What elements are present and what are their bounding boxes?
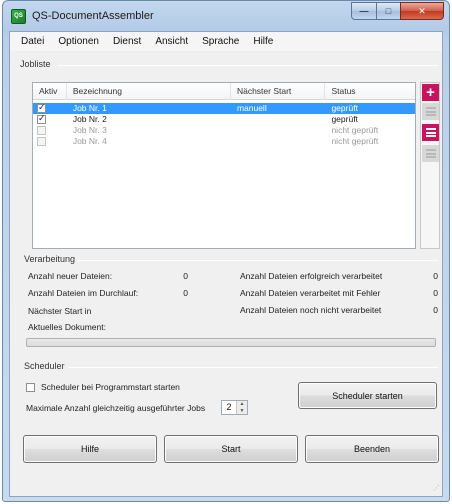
erfolgreich-value: 0 <box>433 271 438 281</box>
table-row[interactable]: Job Nr. 3 nicht geprüft <box>33 125 415 136</box>
max-jobs-stepper[interactable]: 2 ▲ ▼ <box>221 400 248 415</box>
active-checkbox[interactable] <box>37 114 46 125</box>
maximize-button[interactable]: □ <box>376 2 401 20</box>
job-status: nicht geprüft <box>331 125 379 135</box>
active-cell <box>33 114 67 125</box>
durchlauf-label: Anzahl Dateien im Durchlauf: <box>28 288 139 298</box>
menu-sprache[interactable]: Sprache <box>195 36 246 47</box>
table-row[interactable]: Job Nr. 2 geprüft <box>33 114 415 125</box>
job-status: geprüft <box>331 114 358 124</box>
close-button[interactable]: ✕ <box>400 2 444 20</box>
job-toolbar: + <box>420 82 440 249</box>
resize-grip-icon[interactable]: ⋰ <box>430 484 440 494</box>
max-jobs-label: Maximale Anzahl gleichzeitig ausgeführte… <box>26 403 206 413</box>
autostart-row[interactable]: Scheduler bei Programmstart starten <box>26 382 180 392</box>
active-checkbox[interactable] <box>37 103 46 114</box>
job-list[interactable]: Aktiv Bezeichnung Nächster Start Status … <box>32 82 416 249</box>
column-status[interactable]: Status <box>325 83 415 100</box>
jobliste-divider <box>58 65 438 66</box>
job-name: Job Nr. 3 <box>72 125 107 135</box>
active-cell <box>33 125 67 136</box>
job-list-header: Aktiv Bezeichnung Nächster Start Status <box>33 83 415 100</box>
job-next-start <box>231 114 326 125</box>
neue-dateien-value: 0 <box>183 271 188 281</box>
spin-down-icon[interactable]: ▼ <box>237 408 247 415</box>
title-bar[interactable]: QS QS-DocumentAssembler — □ ✕ <box>3 1 449 31</box>
menu-hilfe[interactable]: Hilfe <box>246 36 280 47</box>
edit-icon[interactable] <box>422 103 439 120</box>
nicht-verarbeitet-value: 0 <box>433 305 438 315</box>
caption-buttons: — □ ✕ <box>351 2 444 20</box>
active-checkbox[interactable] <box>37 126 46 136</box>
jobliste-label: Jobliste <box>20 59 51 69</box>
active-checkbox[interactable] <box>37 137 46 147</box>
minimize-button[interactable]: — <box>351 2 377 20</box>
job-status: nicht geprüft <box>331 136 379 146</box>
durchlauf-value: 0 <box>183 288 188 298</box>
verarbeitung-divider <box>78 260 438 261</box>
erfolgreich-label: Anzahl Dateien erfolgreich verarbeitet <box>240 271 383 281</box>
list-icon[interactable] <box>422 124 439 141</box>
naechster-start-label: Nächster Start in <box>28 306 92 316</box>
client-area: Datei Optionen Dienst Ansicht Sprache Hi… <box>9 31 443 497</box>
list-lines <box>425 128 436 137</box>
column-naechster-start[interactable]: Nächster Start <box>231 83 326 100</box>
add-icon[interactable]: + <box>422 84 439 101</box>
edit-lines <box>425 107 436 116</box>
table-row[interactable]: Job Nr. 1 manuell geprüft <box>33 103 415 114</box>
aktuelles-dokument-label: Aktuelles Dokument: <box>28 322 106 332</box>
job-name: Job Nr. 2 <box>72 114 107 124</box>
schedule-lines <box>425 149 436 158</box>
job-name: Job Nr. 4 <box>72 136 107 146</box>
autostart-label: Scheduler bei Programmstart starten <box>41 382 180 392</box>
neue-dateien-label: Anzahl neuer Dateien: <box>28 271 113 281</box>
fehler-value: 0 <box>433 288 438 298</box>
active-cell <box>33 103 67 114</box>
menu-bar: Datei Optionen Dienst Ansicht Sprache Hi… <box>10 32 442 51</box>
help-button[interactable]: Hilfe <box>23 435 157 463</box>
autostart-checkbox[interactable] <box>26 382 35 392</box>
column-bezeichnung[interactable]: Bezeichnung <box>67 83 231 100</box>
progress-bar <box>26 338 436 347</box>
job-next-start <box>231 125 326 136</box>
menu-optionen[interactable]: Optionen <box>51 36 106 47</box>
max-jobs-value[interactable]: 2 <box>222 401 236 414</box>
schedule-icon[interactable] <box>422 145 439 162</box>
fehler-label: Anzahl Dateien verarbeitet mit Fehler <box>240 288 381 298</box>
scheduler-start-button[interactable]: Scheduler starten <box>298 382 437 409</box>
job-next-start <box>231 136 326 147</box>
spin-buttons: ▲ ▼ <box>236 401 247 414</box>
active-cell <box>33 136 67 147</box>
window-title: QS-DocumentAssembler <box>32 10 154 22</box>
scheduler-label: Scheduler <box>24 361 65 371</box>
app-window: QS QS-DocumentAssembler — □ ✕ Datei Opti… <box>2 0 450 502</box>
app-icon: QS <box>11 9 26 24</box>
nicht-verarbeitet-label: Anzahl Dateien noch nicht verarbeitet <box>240 305 382 315</box>
job-status: geprüft <box>331 103 358 113</box>
job-name: Job Nr. 1 <box>72 103 107 113</box>
exit-button[interactable]: Beenden <box>305 435 439 463</box>
table-row[interactable]: Job Nr. 4 nicht geprüft <box>33 136 415 147</box>
scheduler-divider <box>68 367 438 368</box>
start-button[interactable]: Start <box>164 435 298 463</box>
verarbeitung-label: Verarbeitung <box>24 254 76 264</box>
column-aktiv[interactable]: Aktiv <box>33 83 67 100</box>
menu-datei[interactable]: Datei <box>14 36 51 47</box>
menu-dienst[interactable]: Dienst <box>106 36 148 47</box>
job-next-start: manuell <box>236 103 267 113</box>
menu-ansicht[interactable]: Ansicht <box>148 36 195 47</box>
